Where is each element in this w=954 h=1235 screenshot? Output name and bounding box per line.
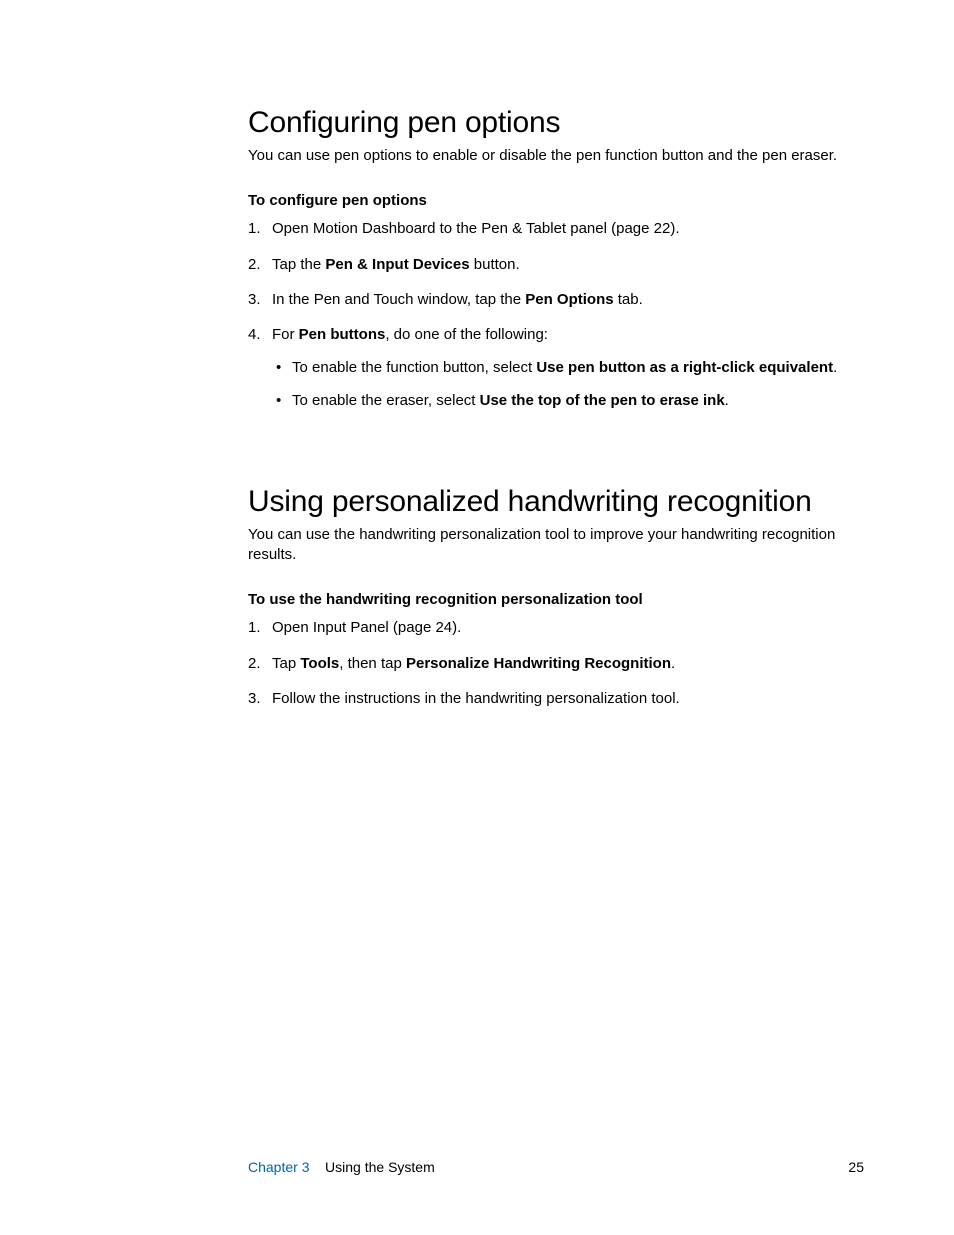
- step-4: For Pen buttons, do one of the following…: [248, 325, 864, 411]
- bold-text: Pen & Input Devices: [325, 256, 469, 273]
- bullet-2: To enable the eraser, select Use the top…: [272, 391, 864, 411]
- text: Tap the: [272, 256, 325, 273]
- bold-text: Use the top of the pen to erase ink: [480, 392, 725, 409]
- ordered-list: Open Motion Dashboard to the Pen & Table…: [248, 219, 864, 411]
- text: , do one of the following:: [385, 326, 548, 343]
- section-intro: You can use the handwriting personalizat…: [248, 525, 864, 566]
- text: .: [833, 359, 837, 376]
- bullet-list: To enable the function button, select Us…: [272, 358, 864, 411]
- step-2: Tap the Pen & Input Devices button.: [248, 255, 864, 275]
- section-handwriting-recognition: Using personalized handwriting recogniti…: [248, 485, 864, 709]
- text: .: [671, 655, 675, 672]
- page-content: Configuring pen options You can use pen …: [0, 0, 954, 784]
- footer-title: Using the System: [325, 1159, 435, 1175]
- section-configuring-pen-options: Configuring pen options You can use pen …: [248, 106, 864, 411]
- page-number: 25: [848, 1159, 864, 1175]
- bold-text: Use pen button as a right-click equivale…: [536, 359, 833, 376]
- text: In the Pen and Touch window, tap the: [272, 291, 525, 308]
- bullet-1: To enable the function button, select Us…: [272, 358, 864, 378]
- text: tab.: [614, 291, 643, 308]
- bold-text: Pen Options: [525, 291, 613, 308]
- text: For: [272, 326, 299, 343]
- footer-left: Chapter 3 Using the System: [248, 1159, 435, 1175]
- step-1: Open Motion Dashboard to the Pen & Table…: [248, 219, 864, 239]
- procedure-heading: To use the handwriting recognition perso…: [248, 591, 864, 608]
- bold-text: Tools: [300, 655, 339, 672]
- text: To enable the eraser, select: [292, 392, 480, 409]
- step-2: Tap Tools, then tap Personalize Handwrit…: [248, 654, 864, 674]
- section-intro: You can use pen options to enable or dis…: [248, 146, 864, 166]
- section-heading: Using personalized handwriting recogniti…: [248, 485, 864, 519]
- bold-text: Personalize Handwriting Recognition: [406, 655, 671, 672]
- bold-text: Pen buttons: [299, 326, 386, 343]
- chapter-label: Chapter 3: [248, 1159, 309, 1175]
- text: .: [725, 392, 729, 409]
- step-3: Follow the instructions in the handwriti…: [248, 689, 864, 709]
- step-1: Open Input Panel (page 24).: [248, 618, 864, 638]
- procedure-heading: To configure pen options: [248, 192, 864, 209]
- page-footer: Chapter 3 Using the System 25: [248, 1159, 864, 1175]
- text: button.: [470, 256, 520, 273]
- step-3: In the Pen and Touch window, tap the Pen…: [248, 290, 864, 310]
- text: , then tap: [339, 655, 406, 672]
- text: To enable the function button, select: [292, 359, 536, 376]
- ordered-list: Open Input Panel (page 24). Tap Tools, t…: [248, 618, 864, 709]
- text: Tap: [272, 655, 300, 672]
- spacer: [313, 1159, 321, 1175]
- section-heading: Configuring pen options: [248, 106, 864, 140]
